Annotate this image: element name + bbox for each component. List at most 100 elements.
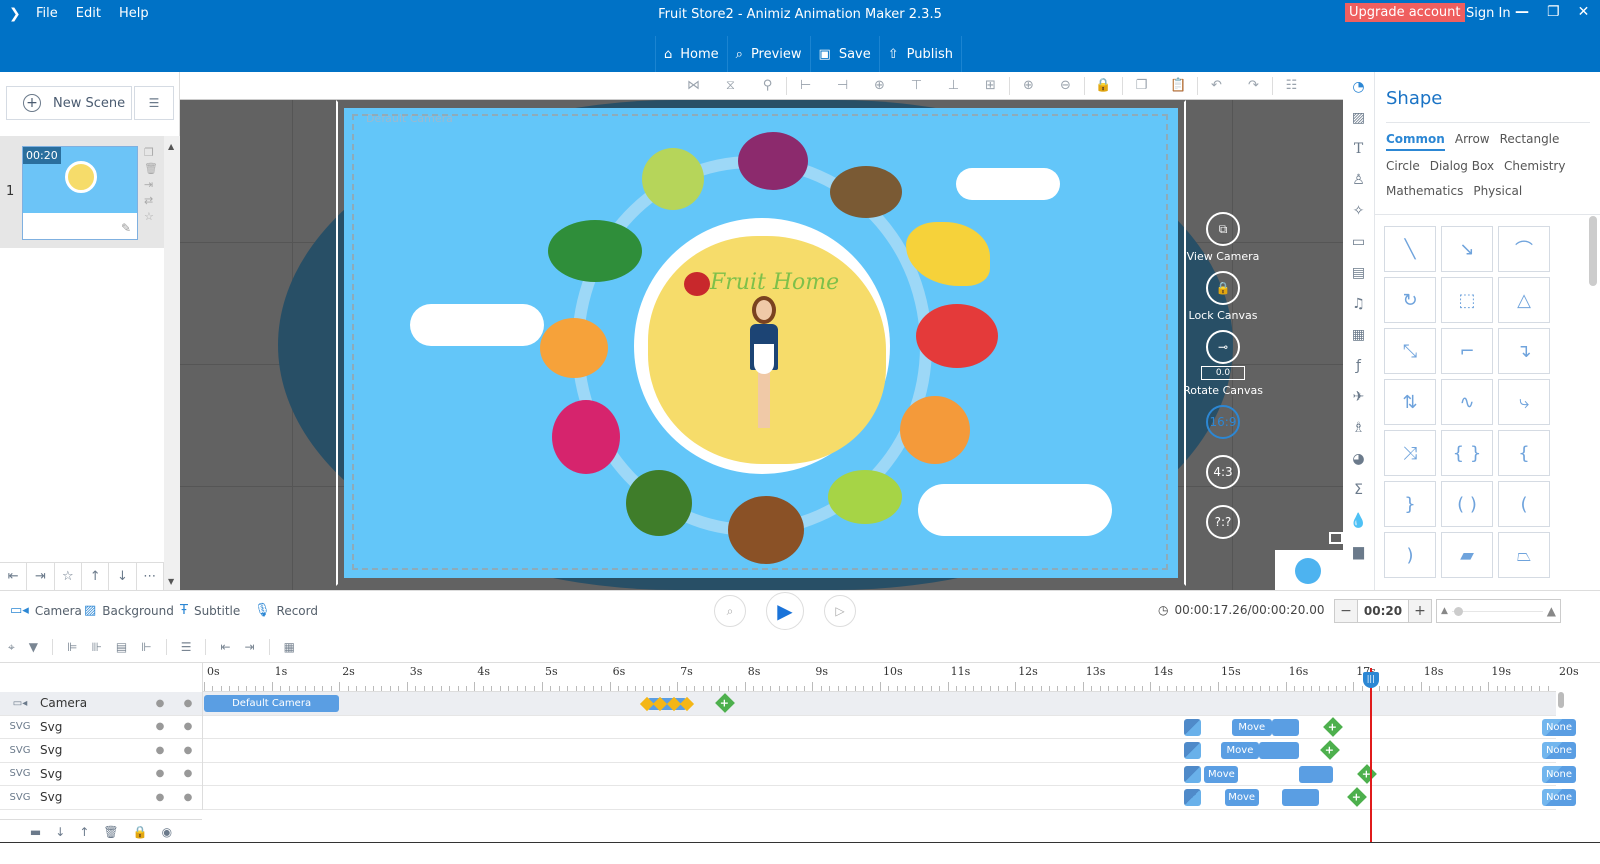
move-clip[interactable]: Move bbox=[1204, 765, 1239, 783]
lime[interactable] bbox=[828, 470, 902, 524]
video-icon[interactable]: ▦ bbox=[1352, 326, 1365, 344]
category-circle[interactable]: Circle bbox=[1386, 159, 1420, 176]
view-camera-button[interactable]: ⧉ bbox=[1206, 212, 1240, 246]
effect-clip[interactable] bbox=[1272, 718, 1300, 736]
close-icon[interactable]: ✕ bbox=[1578, 4, 1590, 20]
flip-vertical-icon[interactable]: ⧖ bbox=[712, 78, 749, 93]
enter-effect-clip[interactable] bbox=[1184, 789, 1202, 806]
lock-dot[interactable]: ● bbox=[174, 698, 202, 709]
minimap[interactable] bbox=[1275, 532, 1343, 590]
shape-dashed-rect[interactable]: ⬚ bbox=[1441, 277, 1493, 323]
track-row[interactable]: Default Camera + bbox=[203, 692, 1556, 716]
rotate-canvas-dial[interactable]: ⊸ bbox=[1206, 330, 1240, 364]
preview-frame-button[interactable]: ⌕ bbox=[714, 595, 746, 627]
align-bottom-icon[interactable]: ⊥ bbox=[935, 78, 972, 93]
category-common[interactable]: Common bbox=[1386, 132, 1445, 151]
track-row[interactable]: Move + None bbox=[203, 763, 1576, 786]
layer-row[interactable]: SVG Svg ● ● bbox=[0, 739, 202, 763]
shape-right-round-bracket[interactable]: ) bbox=[1384, 532, 1436, 578]
preview-button[interactable]: ⌕ Preview bbox=[726, 36, 810, 72]
apple[interactable] bbox=[916, 304, 998, 368]
archive-icon[interactable]: ▆ bbox=[1353, 543, 1364, 561]
category-chemistry[interactable]: Chemistry bbox=[1504, 159, 1565, 176]
folder-icon[interactable]: ▤ bbox=[1352, 264, 1365, 282]
shape-line[interactable]: ╲ bbox=[1384, 226, 1436, 272]
lock-dot[interactable]: ● bbox=[174, 792, 202, 803]
drop-icon[interactable]: 💧 bbox=[1350, 512, 1367, 530]
eye-icon[interactable]: ◉ bbox=[162, 825, 172, 839]
move-down-icon[interactable]: ↓ bbox=[109, 563, 137, 590]
add-keyframe-button[interactable]: + bbox=[1356, 763, 1377, 784]
move-down-icon[interactable]: ↓ bbox=[55, 825, 65, 839]
text-icon[interactable]: T bbox=[1354, 140, 1363, 158]
export-icon[interactable]: ⇥ bbox=[144, 178, 158, 191]
shape-double-arrow[interactable]: ⤡ bbox=[1384, 328, 1436, 374]
shape-round-brackets[interactable]: ( ) bbox=[1441, 481, 1493, 527]
flash-icon[interactable]: ƒ bbox=[1356, 357, 1361, 375]
add-keyframe-button[interactable]: + bbox=[1323, 716, 1343, 737]
align-center-icon[interactable]: ⊕ bbox=[861, 78, 898, 93]
notes-icon[interactable]: ▦ bbox=[284, 640, 295, 654]
canvas[interactable]: Default Camera Fruit Home bbox=[344, 108, 1178, 578]
layer-row[interactable]: SVG Svg ● ● bbox=[0, 786, 202, 810]
move-up-icon[interactable]: ↑ bbox=[82, 563, 110, 590]
papaya[interactable] bbox=[900, 396, 970, 464]
lock-position-icon[interactable]: ⚲ bbox=[749, 78, 786, 93]
copy-icon[interactable]: ❐ bbox=[1123, 78, 1160, 93]
track-row[interactable]: Move + None bbox=[203, 716, 1576, 739]
home-button[interactable]: ⌂ Home bbox=[655, 36, 727, 72]
lock-icon[interactable]: 🔒 bbox=[133, 825, 148, 839]
ratio-4-3-button[interactable]: 4:3 bbox=[1206, 455, 1240, 489]
fill-icon[interactable]: ▤ bbox=[116, 640, 127, 654]
move-up-icon[interactable]: ↑ bbox=[79, 825, 89, 839]
shape-trapezoid[interactable]: ⏢ bbox=[1498, 532, 1550, 578]
filter-icon[interactable]: ▼ bbox=[29, 640, 38, 654]
enter-effect-clip[interactable] bbox=[1184, 742, 1202, 759]
slider-knob[interactable] bbox=[1453, 606, 1463, 616]
more-icon[interactable]: ⋯ bbox=[137, 563, 164, 590]
category-physical[interactable]: Physical bbox=[1473, 184, 1522, 201]
kiwi[interactable] bbox=[830, 166, 902, 218]
plane-icon[interactable]: ✈ bbox=[1353, 388, 1365, 406]
paste-icon[interactable]: 📋 bbox=[1160, 78, 1197, 93]
ratio-16-9-button[interactable]: 16:9 bbox=[1206, 405, 1240, 439]
track-row[interactable]: Move + None bbox=[203, 786, 1576, 810]
zoom-minus-button[interactable]: − bbox=[1335, 600, 1357, 622]
zoom-plus-button[interactable]: + bbox=[1409, 600, 1431, 622]
new-scene-button[interactable]: + New Scene bbox=[6, 86, 132, 120]
folder-icon[interactable]: ▬ bbox=[30, 825, 41, 839]
zoom-in-icon[interactable]: ⊕ bbox=[1010, 78, 1047, 93]
play-from-here-button[interactable]: ▷ bbox=[824, 595, 856, 627]
shape-dashed-triangle[interactable]: △ bbox=[1498, 277, 1550, 323]
star-icon[interactable]: ☆ bbox=[55, 563, 82, 590]
watermelon[interactable] bbox=[548, 220, 642, 282]
restore-icon[interactable]: ❐ bbox=[1547, 4, 1560, 20]
track-row[interactable]: Move + None bbox=[203, 739, 1576, 763]
export-scene-icon[interactable]: ⇥ bbox=[27, 563, 55, 590]
add-keyframe-button[interactable]: + bbox=[714, 693, 735, 713]
avocado[interactable] bbox=[626, 470, 692, 536]
zoom-out-icon[interactable]: ⊖ bbox=[1047, 78, 1084, 93]
add-subtitle-button[interactable]: Ŧ Subtitle bbox=[180, 603, 240, 618]
shape-left-round-bracket[interactable]: ( bbox=[1498, 481, 1550, 527]
playhead-line[interactable] bbox=[1369, 668, 1372, 864]
enter-effect-clip[interactable] bbox=[1184, 718, 1202, 736]
timeline-zoom-slider[interactable]: ▲ ▲ bbox=[1436, 599, 1561, 623]
visibility-dot[interactable]: ● bbox=[146, 721, 174, 732]
dragon-fruit[interactable] bbox=[552, 400, 620, 474]
import-icon[interactable]: ⇤ bbox=[0, 563, 28, 590]
effect-clip[interactable] bbox=[1282, 789, 1320, 806]
orange[interactable] bbox=[540, 318, 608, 378]
image-icon[interactable]: ▨ bbox=[1352, 109, 1365, 127]
character[interactable] bbox=[744, 296, 784, 436]
scene-thumbnail[interactable]: 00:20 ✎ bbox=[22, 146, 138, 240]
scene-item[interactable]: 1 00:20 ✎ ❐ 🗑 ⇥ ⇄ ☆ bbox=[0, 136, 164, 248]
visibility-dot[interactable]: ● bbox=[146, 698, 174, 709]
align-start-icon[interactable]: ⊫ bbox=[67, 640, 77, 654]
replace-icon[interactable]: ⇄ bbox=[144, 194, 158, 207]
add-background-button[interactable]: ▨ Background bbox=[84, 603, 174, 618]
minimize-icon[interactable]: — bbox=[1515, 4, 1529, 20]
visibility-dot[interactable]: ● bbox=[146, 745, 174, 756]
shape-step-arrow[interactable]: ↴ bbox=[1498, 328, 1550, 374]
category-rectangle[interactable]: Rectangle bbox=[1500, 132, 1560, 151]
